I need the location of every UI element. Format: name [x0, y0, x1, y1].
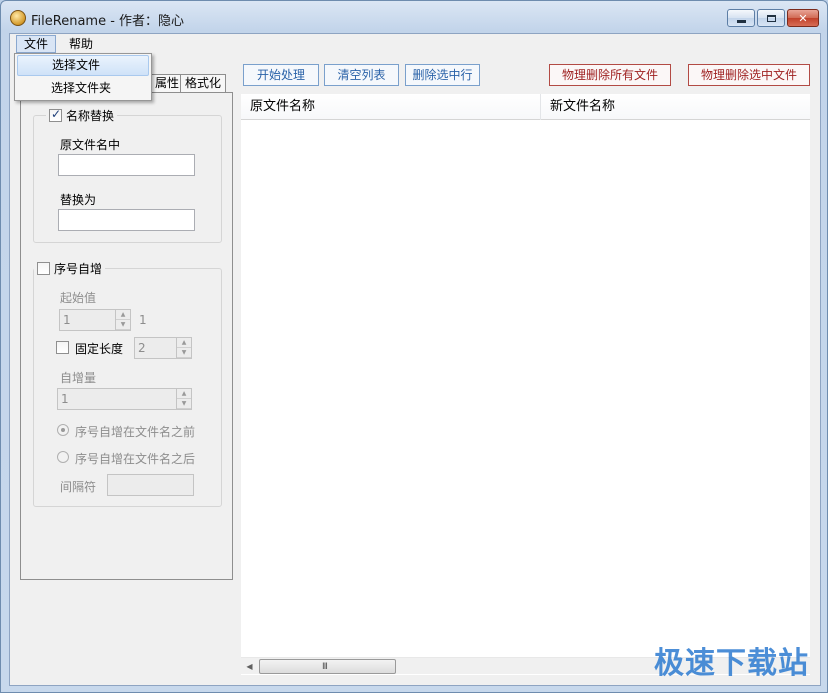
app-icon	[10, 10, 26, 26]
menu-item-select-folder[interactable]: 选择文件夹	[17, 78, 149, 99]
sequence-checkbox[interactable]	[37, 262, 50, 275]
fixed-length-text: 2	[138, 341, 146, 355]
client-area: 文件 帮助 属性 格式化 名称替换 原文件名中 替换为 序号	[9, 33, 821, 686]
spin-up-icon: ▲	[116, 310, 130, 320]
spin-down-icon: ▼	[177, 348, 191, 358]
original-name-input[interactable]	[58, 154, 195, 176]
sequence-group: 序号自增 起始值 1 ▲ ▼ 1 固定长度 2 ▲ ▼ 自增量 1 ▲ ▼ 序号…	[33, 260, 222, 507]
replace-with-input[interactable]	[58, 209, 195, 231]
menu-file[interactable]: 文件	[16, 35, 57, 53]
original-name-label: 原文件名中	[60, 138, 121, 152]
start-process-button[interactable]: 开始处理	[243, 64, 319, 86]
close-icon: ✕	[798, 11, 808, 25]
fixed-length-checkbox[interactable]	[56, 341, 69, 354]
minimize-icon	[736, 19, 746, 23]
tab-format[interactable]: 格式化	[180, 74, 227, 92]
tab-attributes[interactable]: 属性	[150, 74, 185, 92]
start-value-preview: 1	[139, 313, 147, 327]
watermark-text: 极速下载站	[654, 646, 809, 681]
physical-delete-all-button[interactable]: 物理删除所有文件	[549, 64, 671, 86]
close-button[interactable]: ✕	[787, 9, 819, 27]
separator-label: 间隔符	[60, 480, 97, 494]
menu-item-select-file[interactable]: 选择文件	[17, 55, 149, 76]
radio-after[interactable]	[57, 451, 69, 463]
file-menu-dropdown: 选择文件 选择文件夹	[14, 53, 152, 101]
menu-bar: 文件 帮助	[10, 34, 820, 54]
radio-before-label: 序号自增在文件名之前	[75, 425, 196, 439]
start-value-stepper[interactable]: 1 ▲ ▼	[59, 309, 131, 331]
increment-text: 1	[61, 392, 69, 406]
increment-label: 自增量	[60, 371, 97, 385]
increment-spin[interactable]: ▲ ▼	[176, 389, 191, 409]
spin-up-icon: ▲	[177, 338, 191, 348]
menu-help[interactable]: 帮助	[62, 35, 100, 53]
sequence-title: 序号自增	[54, 262, 103, 276]
window-controls: ✕	[727, 9, 819, 27]
name-replace-title: 名称替换	[66, 109, 115, 123]
radio-after-label: 序号自增在文件名之后	[75, 452, 196, 466]
column-original-name[interactable]: 原文件名称	[241, 94, 541, 120]
list-header: 原文件名称 新文件名称	[241, 94, 810, 120]
fixed-length-spin[interactable]: ▲ ▼	[176, 338, 191, 358]
fixed-length-stepper[interactable]: 2 ▲ ▼	[134, 337, 192, 359]
minimize-button[interactable]	[727, 9, 755, 27]
replace-with-label: 替换为	[60, 193, 97, 207]
increment-stepper[interactable]: 1 ▲ ▼	[57, 388, 192, 410]
window-title: FileRename - 作者：隐心	[31, 14, 185, 29]
file-list[interactable]: 原文件名称 新文件名称	[241, 94, 810, 675]
spin-up-icon: ▲	[177, 389, 191, 399]
maximize-button[interactable]	[757, 9, 785, 27]
maximize-icon	[766, 14, 776, 22]
options-panel: 名称替换 原文件名中 替换为 序号自增 起始值 1 ▲▼ 1	[20, 92, 233, 580]
physical-delete-selected-button[interactable]: 物理删除选中文件	[688, 64, 810, 86]
separator-input[interactable]	[107, 474, 194, 496]
delete-selected-row-button[interactable]: 删除选中行	[405, 64, 480, 86]
name-replace-group: 名称替换 原文件名中 替换为	[33, 107, 222, 243]
title-bar[interactable]: FileRename - 作者：隐心 ✕	[1, 1, 827, 33]
spin-down-icon: ▼	[116, 320, 130, 330]
app-window: FileRename - 作者：隐心 ✕ 文件 帮助 属性 格式化 名称替换 原…	[0, 0, 828, 693]
start-value-text: 1	[63, 313, 71, 327]
scroll-grip: III	[322, 662, 328, 672]
fixed-length-label: 固定长度	[75, 342, 124, 356]
column-new-name[interactable]: 新文件名称	[541, 94, 810, 120]
radio-before[interactable]	[57, 424, 69, 436]
name-replace-checkbox[interactable]	[49, 107, 62, 122]
clear-list-button[interactable]: 清空列表	[324, 64, 399, 86]
start-value-label: 起始值	[60, 291, 97, 305]
start-value-spin[interactable]: ▲ ▼	[115, 310, 130, 330]
spin-down-icon: ▼	[177, 399, 191, 409]
scroll-left-icon[interactable]: ◀	[241, 658, 258, 675]
scroll-thumb[interactable]: III	[259, 659, 396, 674]
